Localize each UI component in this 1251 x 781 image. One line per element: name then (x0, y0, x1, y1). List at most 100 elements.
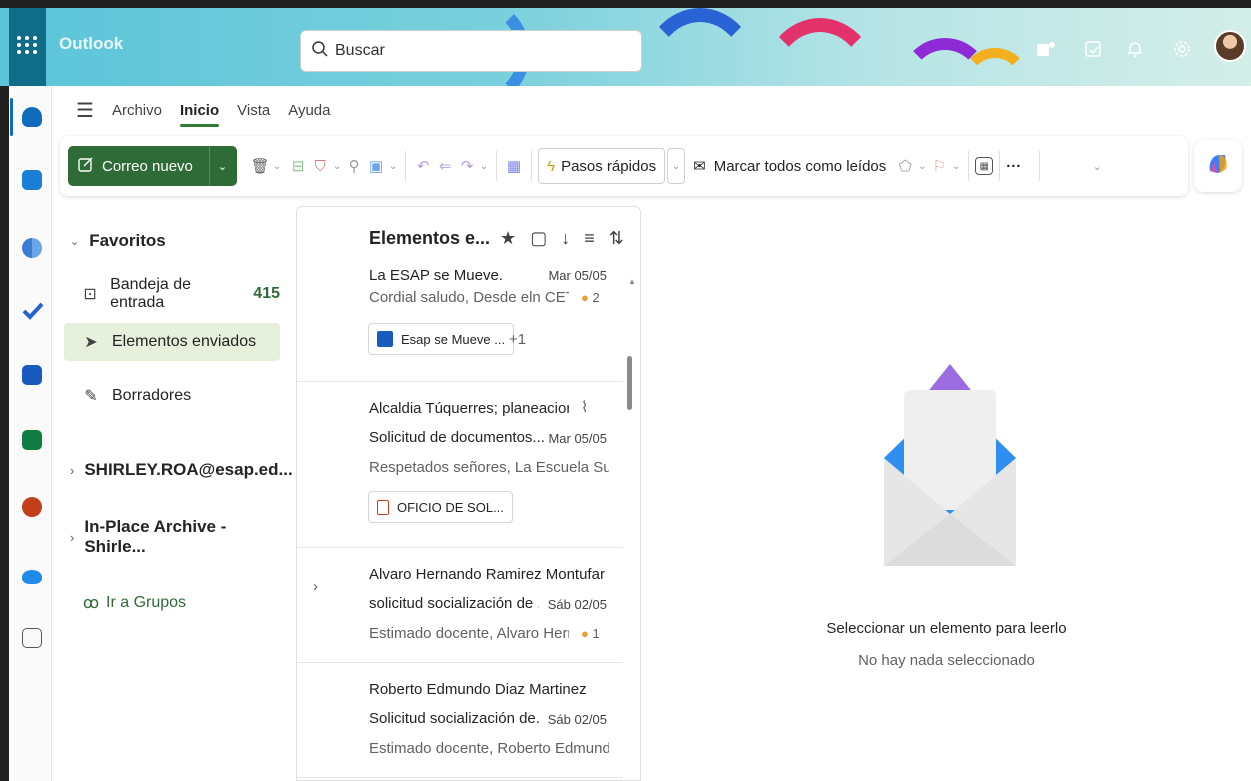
gear-icon[interactable] (1167, 34, 1197, 64)
chevron-down-icon[interactable]: ⌄ (916, 155, 928, 177)
divider (999, 151, 1001, 181)
filter-icon[interactable]: ≡ (584, 228, 595, 249)
tab-archivo[interactable]: Archivo (112, 102, 162, 119)
powerpoint-icon[interactable] (22, 497, 42, 517)
reply-icon[interactable]: ↶ (412, 155, 434, 177)
list-item[interactable]: Alcaldia Túquerres; planeacion... ⌇ Soli… (297, 382, 623, 548)
paperclip-icon: ⌇ (581, 399, 589, 416)
reaction-badge: ● 2 (581, 290, 600, 305)
excel-icon[interactable] (22, 430, 42, 450)
star-icon[interactable]: ★ (500, 228, 516, 249)
chevron-down-icon[interactable]: ⌄ (387, 155, 399, 177)
scroll-up-arrow[interactable]: ▲ (628, 277, 636, 286)
archive-label: In-Place Archive -Shirle... (84, 517, 227, 556)
tag-icon[interactable]: ⬠ (894, 155, 916, 177)
hamburger-icon[interactable]: ☰ (76, 98, 94, 123)
message-date: Mar 05/05 (548, 431, 607, 446)
divider (968, 151, 970, 181)
tab-vista[interactable]: Vista (237, 102, 270, 119)
message-date: Sáb 02/05 (547, 712, 607, 727)
select-icon[interactable]: ▢ (530, 228, 547, 249)
chevron-down-icon[interactable]: ⌄ (271, 155, 283, 177)
message-subject: solicitud socialización de ... (369, 595, 539, 612)
message-subject: Solicitud socialización de... (369, 710, 539, 727)
sweep-icon[interactable]: ⚲ (343, 155, 365, 177)
divider (1039, 151, 1041, 181)
jump-icon[interactable]: ↓ (561, 228, 570, 249)
forward-icon[interactable]: ↷ (456, 155, 478, 177)
expand-conversation-icon[interactable]: › (313, 578, 318, 595)
ribbon-toolbar: Correo nuevo ⌄ 🗑 ⌄ ⊟ ⛉ ⌄ ⚲ ▣ ⌄ ↶ ⇐ ↷ ⌄ ▦… (60, 136, 1188, 196)
search-input[interactable]: Buscar (335, 42, 385, 60)
message-list-header: Elementos e... ★ ▢ ↓ ≡ ⇅ (297, 207, 640, 269)
groups-icon: ꝏ (82, 595, 100, 612)
attachment-chip[interactable]: OFICIO DE SOL... (368, 491, 513, 523)
search-box[interactable]: Buscar (300, 30, 642, 72)
teams-icon[interactable] (1031, 34, 1061, 64)
chevron-down-icon[interactable]: ⌄ (478, 155, 490, 177)
reading-empty-subtitle: No hay nada seleccionado (858, 652, 1035, 669)
pencil-icon: ✎ (84, 388, 98, 405)
list-item[interactable]: Roberto Edmundo Diaz Martinez Solicitud … (297, 663, 623, 778)
folder-inbox[interactable]: ⊡ Bandeja de entrada 415 (64, 275, 280, 313)
app-launcher-icon[interactable] (15, 33, 39, 57)
message-list: Elementos e... ★ ▢ ↓ ≡ ⇅ La ESAP se Muev… (296, 206, 641, 781)
folder-inbox-label: Bandeja de entrada (110, 276, 192, 311)
attachment-chip[interactable]: Esap se Mueve ... (368, 323, 515, 355)
teams-share-icon[interactable]: ▦ (503, 155, 525, 177)
more-apps-icon[interactable] (22, 628, 42, 648)
favorites-group[interactable]: ⌄ Favoritos (64, 222, 280, 260)
list-item[interactable]: La ESAP se Mueve. Mar 05/05 Cordial salu… (297, 267, 623, 382)
chevron-right-icon: › (70, 529, 75, 545)
calendar-icon[interactable] (22, 170, 42, 190)
attachment-name: Esap se Mueve ... (401, 331, 506, 347)
bell-icon[interactable] (1120, 34, 1150, 64)
report-icon[interactable]: ⛉ (309, 155, 331, 177)
folder-title: Elementos e... (369, 227, 491, 248)
flag-icon[interactable]: ⚐ (928, 155, 950, 177)
scrollbar-thumb[interactable] (627, 356, 632, 410)
folder-drafts-label: Borradores (112, 387, 192, 404)
message-sender: Alvaro Hernando Ramirez Montufar (369, 566, 605, 583)
user-avatar[interactable] (1214, 30, 1246, 62)
more-options-button[interactable]: ··· (1006, 158, 1021, 175)
move-icon[interactable]: ▣ (365, 155, 387, 177)
tab-ayuda[interactable]: Ayuda (288, 102, 330, 119)
notes-icon[interactable] (1078, 34, 1108, 64)
sort-icon[interactable]: ⇅ (609, 228, 624, 249)
delete-icon[interactable]: 🗑 (249, 155, 271, 177)
mark-all-read-button[interactable]: ✉ Marcar todos como leídos (693, 157, 886, 176)
people-icon[interactable] (22, 238, 42, 258)
todo-icon[interactable] (22, 300, 44, 320)
folder-sent[interactable]: ➤ Elementos enviados (64, 323, 280, 361)
ribbon-expand-icon[interactable]: ⌄ (1086, 155, 1108, 177)
mail-icon[interactable] (22, 107, 42, 127)
copilot-button[interactable] (1194, 140, 1242, 192)
go-to-groups-link[interactable]: ꝏ Ir a Grupos (64, 584, 280, 622)
folder-sent-label: Elementos enviados (112, 333, 257, 350)
attachment-name: OFICIO DE SOL... (397, 499, 504, 515)
chevron-down-icon[interactable]: ⌄ (331, 155, 343, 177)
app-brand[interactable]: Outlook (59, 34, 123, 54)
new-mail-button[interactable]: Correo nuevo ⌄ (68, 146, 238, 186)
copilot-icon (1205, 151, 1231, 182)
chevron-down-icon: ⌄ (70, 235, 80, 248)
message-sender: Alcaldia Túquerres; planeacion... (369, 400, 569, 417)
tab-inicio[interactable]: Inicio (179, 102, 220, 127)
fire-icon: ● (581, 290, 589, 305)
onedrive-icon[interactable] (22, 570, 42, 584)
quick-steps-button[interactable]: ϟ Pasos rápidos (538, 148, 666, 184)
reply-all-icon[interactable]: ⇐ (434, 155, 456, 177)
chevron-down-icon[interactable]: ⌄ (667, 148, 686, 184)
chevron-down-icon[interactable]: ⌄ (950, 155, 962, 177)
apps-icon[interactable]: ▦ (975, 157, 994, 175)
chevron-down-icon[interactable]: ⌄ (218, 160, 227, 173)
folder-drafts[interactable]: ✎ Borradores (64, 377, 280, 415)
account-group[interactable]: › SHIRLEY.ROA@esap.ed... (64, 451, 293, 489)
list-item[interactable]: › Alvaro Hernando Ramirez Montufar solic… (297, 548, 623, 663)
more-attachments-count: +1 (509, 331, 527, 348)
archive-icon[interactable]: ⊟ (287, 155, 309, 177)
reading-empty-title: Seleccionar un elemento para leerlo (826, 620, 1067, 637)
word-icon[interactable] (22, 365, 42, 385)
archive-group[interactable]: › In-Place Archive -Shirle... (64, 517, 280, 556)
